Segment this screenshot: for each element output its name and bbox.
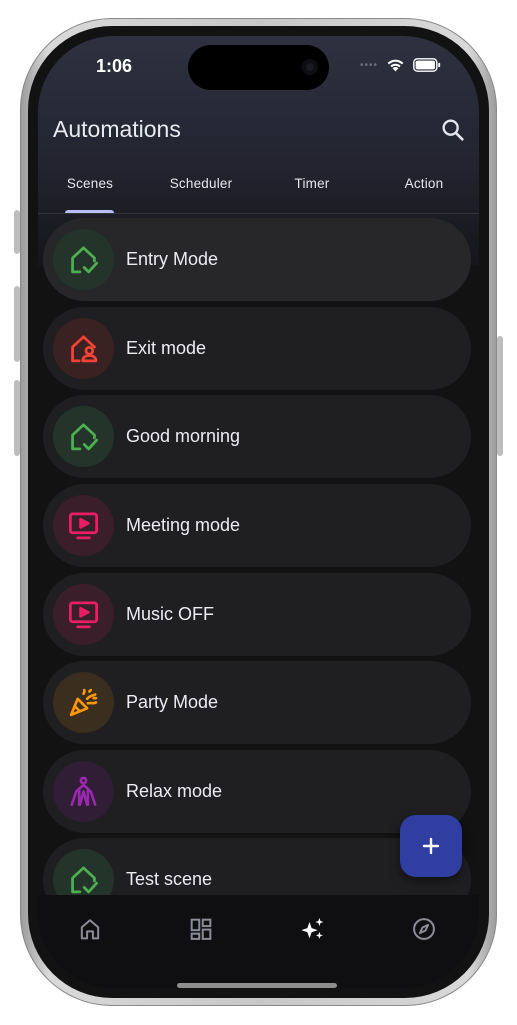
scene-item[interactable]: Party Mode <box>43 661 471 744</box>
tab-divider <box>38 213 479 214</box>
tab-scenes[interactable]: Scenes <box>38 176 145 191</box>
scene-icon-circle <box>53 229 114 290</box>
tab-bar: Scenes Scheduler Timer Action <box>38 176 479 214</box>
tab-scheduler[interactable]: Scheduler <box>146 176 256 191</box>
scene-list[interactable]: Entry Mode Exit mode Good morning Meetin… <box>43 218 471 895</box>
home-person-icon <box>71 335 98 363</box>
nav-dashboard[interactable] <box>187 915 215 943</box>
cellular-signal-icon: •••• <box>359 59 378 71</box>
scene-icon-circle <box>53 584 114 645</box>
camera-icon <box>302 59 318 75</box>
scene-item[interactable]: Exit mode <box>43 307 471 390</box>
volume-up-button <box>14 286 20 362</box>
screen: 1:06 •••• Automations Scenes Scheduler T… <box>38 36 479 988</box>
scene-item[interactable]: Music OFF <box>43 573 471 656</box>
wifi-icon <box>387 59 404 72</box>
status-indicators: •••• <box>360 58 441 72</box>
home-check-icon <box>71 423 99 451</box>
search-button[interactable] <box>439 116 467 144</box>
home-indicator[interactable] <box>177 983 337 988</box>
sparkles-icon <box>301 917 324 939</box>
scene-label: Test scene <box>126 869 213 889</box>
scene-label: Party Mode <box>126 692 219 712</box>
nav-explore[interactable] <box>410 915 438 943</box>
status-time: 1:06 <box>96 56 133 76</box>
tab-action[interactable]: Action <box>369 176 479 191</box>
scene-label: Exit mode <box>126 338 207 358</box>
scene-icon-circle <box>53 672 114 733</box>
plus-icon <box>422 837 440 855</box>
party-popper-icon <box>69 688 98 717</box>
scene-label: Relax mode <box>126 781 223 801</box>
dashboard-icon <box>190 918 212 940</box>
scene-icon-circle <box>53 761 114 822</box>
battery-icon <box>413 58 441 72</box>
meditation-icon <box>70 776 97 806</box>
power-button <box>497 336 503 456</box>
home-icon <box>80 919 100 940</box>
scene-label: Entry Mode <box>126 249 219 269</box>
home-check-icon <box>71 246 99 274</box>
add-scene-button[interactable] <box>400 815 462 877</box>
page-title: Automations <box>53 116 181 142</box>
tab-timer[interactable]: Timer <box>257 176 367 191</box>
scene-icon-circle <box>53 318 114 379</box>
volume-down-button <box>14 380 20 456</box>
compass-icon <box>413 918 435 940</box>
scene-item[interactable]: Good morning <box>43 395 471 478</box>
scene-icon-circle <box>53 406 114 467</box>
dynamic-island <box>188 45 329 90</box>
nav-home[interactable] <box>76 915 104 943</box>
tv-play-icon <box>68 601 99 629</box>
home-check-icon <box>71 866 99 894</box>
nav-automations[interactable] <box>299 915 327 943</box>
scene-item[interactable]: Entry Mode <box>43 218 471 301</box>
search-icon <box>442 119 464 141</box>
scene-label: Meeting mode <box>126 515 241 535</box>
bottom-navigation <box>38 895 479 988</box>
action-button <box>14 210 20 254</box>
tv-play-icon <box>68 512 99 540</box>
scene-label: Good morning <box>126 426 241 446</box>
scene-item[interactable]: Meeting mode <box>43 484 471 567</box>
scene-label: Music OFF <box>126 604 214 624</box>
scene-icon-circle <box>53 495 114 556</box>
scene-icon-circle <box>53 849 114 895</box>
